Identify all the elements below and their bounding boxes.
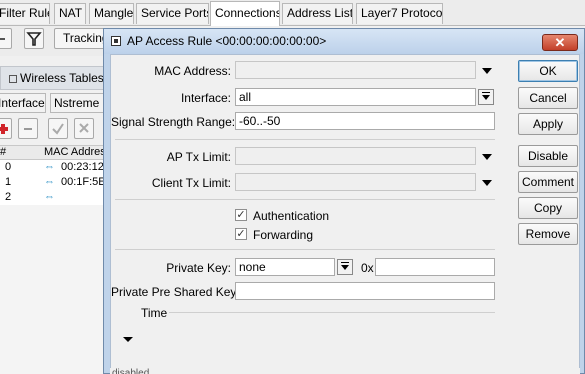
check-icon — [52, 123, 64, 135]
dialog-body: MAC Address: Interface: all Signal Stren… — [110, 54, 580, 369]
tab-layer7-protocols[interactable]: Layer7 Protocols — [356, 3, 443, 24]
mac-icon: ⇔ — [44, 161, 55, 173]
hex-prefix-label: 0x — [361, 261, 374, 275]
mac-address-label: MAC Address: — [154, 64, 231, 78]
interface-dropdown-icon[interactable] — [478, 89, 494, 105]
background-empty-area — [0, 205, 110, 374]
ap-access-rule-dialog: AP Access Rule <00:00:00:00:00:00> ✕ MAC… — [103, 28, 585, 374]
time-expand-icon[interactable] — [123, 337, 133, 342]
status-text: disabled — [112, 368, 150, 374]
table-row[interactable]: 1 ⇔ 00:1F:5E — [0, 175, 110, 190]
cross-icon — [79, 123, 89, 133]
forwarding-checkbox[interactable]: ✓ — [235, 228, 247, 240]
dialog-titlebar[interactable]: AP Access Rule <00:00:00:00:00:00> ✕ — [104, 29, 584, 54]
private-key-dropdown-icon[interactable] — [337, 259, 353, 275]
status-bar: disabled — [110, 368, 580, 374]
divider — [115, 249, 495, 250]
mac-address-field[interactable] — [235, 61, 476, 79]
close-button[interactable]: ✕ — [542, 34, 578, 51]
ap-tx-limit-field[interactable] — [235, 147, 476, 165]
signal-strength-label: Signal Strength Range: — [111, 115, 236, 129]
row-number: 0 — [5, 161, 12, 173]
copy-button[interactable]: Copy — [518, 197, 578, 219]
ap-tx-limit-label: AP Tx Limit: — [166, 150, 231, 164]
authentication-checkbox[interactable]: ✓ — [235, 209, 247, 221]
interface-field[interactable]: all — [235, 88, 476, 106]
minus-button[interactable] — [0, 28, 12, 49]
disable-button[interactable]: Disable — [518, 145, 578, 167]
tab-service-ports[interactable]: Service Ports — [136, 3, 209, 24]
ap-tx-dropdown-arrow-icon[interactable] — [482, 154, 492, 160]
pre-shared-key-label: Private Pre Shared Key: — [111, 285, 240, 299]
table-header: # MAC Address — [0, 146, 110, 160]
pre-shared-key-field[interactable] — [235, 282, 495, 300]
column-header-number[interactable]: # — [0, 146, 6, 159]
window-icon — [111, 36, 121, 46]
private-key-hex-field[interactable] — [375, 258, 495, 276]
table-row[interactable]: 2 ⇔ — [0, 190, 110, 205]
row-mac: 00:1F:5E — [61, 176, 106, 188]
row-mac: 00:23:12 — [61, 161, 104, 173]
wireless-toolbar — [0, 116, 110, 142]
connections-toolbar: Tracking — [0, 26, 120, 56]
forwarding-label: Forwarding — [253, 228, 314, 242]
filter-button[interactable] — [24, 28, 44, 49]
client-tx-limit-field[interactable] — [235, 173, 476, 191]
tab-address-lists[interactable]: Address Lists — [282, 3, 353, 24]
signal-strength-field[interactable]: -60..-50 — [235, 112, 495, 130]
apply-button[interactable]: Apply — [518, 113, 578, 135]
remove-button[interactable]: Remove — [518, 223, 578, 245]
divider — [115, 199, 495, 200]
interface-label: Interface: — [180, 91, 231, 105]
window-icon — [9, 74, 17, 83]
add-button[interactable] — [0, 118, 12, 139]
row-number: 2 — [5, 191, 12, 203]
mac-address-dropdown-arrow-icon[interactable] — [482, 68, 492, 74]
remove-button-bg[interactable] — [18, 118, 38, 139]
divider — [115, 139, 495, 140]
time-section-label[interactable]: Time — [141, 306, 167, 320]
authentication-label: Authentication — [253, 209, 330, 223]
private-key-label: Private Key: — [166, 261, 231, 275]
ok-button[interactable]: OK — [518, 60, 578, 82]
filter-icon — [26, 32, 42, 46]
row-number: 1 — [5, 176, 12, 188]
enable-button[interactable] — [48, 118, 68, 139]
access-list-table: # MAC Address 0 ⇔ 00:23:12 1 ⇔ 00:1F:5E … — [0, 145, 110, 205]
comment-button[interactable]: Comment — [518, 171, 578, 193]
close-icon: ✕ — [554, 35, 566, 50]
wireless-tables-title-text: Wireless Tables — [20, 71, 104, 85]
firewall-tab-bar: Filter Rules NAT Mangle Service Ports Co… — [0, 0, 585, 26]
cancel-button[interactable]: Cancel — [518, 87, 578, 109]
client-tx-limit-label: Client Tx Limit: — [151, 176, 231, 190]
wireless-tables-title: Wireless Tables — [0, 66, 110, 90]
time-divider — [169, 312, 495, 313]
client-tx-dropdown-arrow-icon[interactable] — [482, 180, 492, 186]
column-header-mac[interactable]: MAC Address — [44, 146, 110, 159]
tab-nat[interactable]: NAT — [54, 3, 86, 24]
disable-button-bg[interactable] — [74, 118, 94, 139]
mac-icon: ⇔ — [44, 176, 55, 188]
tab-filter-rules[interactable]: Filter Rules — [0, 3, 50, 24]
tab-interfaces[interactable]: Interfaces — [0, 93, 46, 113]
minus-icon — [24, 128, 32, 130]
tab-connections[interactable]: Connections — [210, 1, 280, 26]
minus-icon — [0, 38, 5, 40]
mac-icon: ⇔ — [44, 191, 55, 203]
wireless-subtabs: Interfaces Nstreme D — [0, 93, 110, 113]
table-row[interactable]: 0 ⇔ 00:23:12 — [0, 160, 110, 175]
private-key-select[interactable]: none — [235, 258, 335, 276]
tab-nstreme[interactable]: Nstreme D — [50, 93, 110, 113]
dialog-title: AP Access Rule <00:00:00:00:00:00> — [127, 34, 327, 48]
tab-mangle[interactable]: Mangle — [89, 3, 134, 24]
